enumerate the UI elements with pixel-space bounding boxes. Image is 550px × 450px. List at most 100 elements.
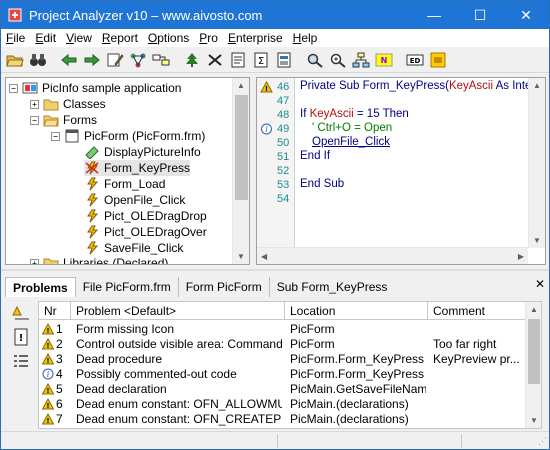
- zoom-icon[interactable]: [328, 50, 348, 70]
- cell-location: PicForm.Form_KeyPress: [290, 352, 425, 366]
- tree-item-picform[interactable]: − PicForm (PicForm.frm): [51, 128, 205, 144]
- scroll-up-icon[interactable]: ▲: [533, 81, 541, 90]
- scroll-left-icon[interactable]: ◀: [261, 252, 267, 261]
- table-row[interactable]: ! 1 Form missing Icon PicForm: [39, 322, 526, 337]
- document-icon[interactable]: [228, 50, 248, 70]
- menu-edit[interactable]: Edit: [30, 31, 61, 45]
- tab-sub[interactable]: Sub Form_KeyPress: [270, 277, 395, 297]
- pane-splitter[interactable]: [1, 269, 549, 271]
- procedure-icon: [84, 145, 100, 159]
- table-row[interactable]: ! 7 Dead enum constant: OFN_CREATEPRO... Pi…: [39, 412, 526, 427]
- collapse-toggle[interactable]: −: [51, 131, 60, 141]
- code-line[interactable]: If KeyAscii = 15 Then: [300, 108, 409, 120]
- open-folder-icon[interactable]: [5, 50, 25, 70]
- scroll-thumb[interactable]: [235, 95, 248, 200]
- menu-help[interactable]: Help: [288, 31, 323, 45]
- tab-file[interactable]: File PicForm.frm: [76, 277, 179, 297]
- remove-dead-icon[interactable]: [205, 50, 225, 70]
- back-arrow-icon[interactable]: [59, 50, 79, 70]
- code-hscrollbar[interactable]: ◀ ▶: [257, 247, 528, 264]
- edit-icon[interactable]: [105, 50, 125, 70]
- tree-item-root[interactable]: − PicInfo sample application: [9, 80, 181, 96]
- tree-item-classes[interactable]: + Classes: [30, 96, 106, 112]
- scroll-down-icon[interactable]: ▼: [530, 416, 538, 425]
- tree-item-forms[interactable]: − Forms: [30, 112, 97, 128]
- event-icon: [84, 193, 100, 207]
- ed-icon[interactable]: ED: [405, 50, 425, 70]
- tree-item-label: Form_Load: [104, 177, 166, 191]
- tree-item-procedure[interactable]: SaveFile_Click: [84, 240, 183, 256]
- tree-item-label: Pict_OLEDragOver: [104, 225, 207, 239]
- code-line[interactable]: End Sub: [300, 178, 344, 190]
- nd-icon[interactable]: N: [374, 50, 394, 70]
- code-link[interactable]: OpenFile_Click: [312, 136, 390, 148]
- menu-options[interactable]: Options: [143, 31, 194, 45]
- list-options-icon[interactable]: [11, 351, 31, 371]
- code-comment[interactable]: ' Ctrl+O = Open: [312, 122, 392, 134]
- expand-toggle[interactable]: +: [30, 258, 39, 264]
- enterprise-icon[interactable]: [428, 50, 448, 70]
- tree-item-libraries[interactable]: + Libraries (Declared): [30, 255, 168, 264]
- menu-file[interactable]: File: [1, 31, 30, 45]
- table-row[interactable]: ! 2 Control outside visible area: CommandB…: [39, 337, 526, 352]
- network-icon[interactable]: [128, 50, 148, 70]
- code-variable: KeyAscii: [448, 80, 494, 92]
- table-scrollbar[interactable]: ▲ ▼: [525, 302, 541, 428]
- tree-item-procedure[interactable]: DisplayPictureInfo: [84, 144, 201, 160]
- menu-view[interactable]: View: [61, 31, 97, 45]
- line-number: 50: [277, 137, 290, 149]
- report-icon[interactable]: [274, 50, 294, 70]
- diagram-icon[interactable]: [351, 50, 371, 70]
- menu-enterprise[interactable]: Enterprise: [223, 31, 288, 45]
- maximize-button[interactable]: ☐: [457, 1, 503, 29]
- code-line[interactable]: Private Sub Form_KeyPress(KeyAscii As In…: [300, 80, 545, 92]
- scroll-right-icon[interactable]: ▶: [518, 252, 524, 261]
- close-button[interactable]: ✕: [503, 1, 549, 29]
- tree-item-procedure[interactable]: Pict_OLEDragDrop: [84, 208, 207, 224]
- table-row[interactable]: i 4 Possibly commented-out code PicForm.For…: [39, 367, 526, 382]
- scroll-down-icon[interactable]: ▼: [237, 252, 245, 261]
- tab-problems[interactable]: Problems: [5, 277, 76, 297]
- menu-pro[interactable]: Pro: [194, 31, 223, 45]
- tree-item-procedure[interactable]: Form_Load: [84, 176, 165, 192]
- code-line[interactable]: End If: [300, 150, 330, 162]
- resize-grip-icon[interactable]: ⋰: [538, 436, 547, 447]
- menu-bar: File Edit View Report Options Pro Enterp…: [1, 29, 549, 47]
- title-bar[interactable]: Project Analyzer v10 – www.aivosto.com —…: [1, 1, 549, 29]
- scroll-up-icon[interactable]: ▲: [530, 305, 538, 314]
- window-title: Project Analyzer v10 – www.aivosto.com: [29, 7, 263, 23]
- column-header[interactable]: Problem <Default>: [71, 302, 285, 320]
- table-row[interactable]: ! 3 Dead procedure PicForm.Form_KeyPress Key…: [39, 352, 526, 367]
- tree-item-label: OpenFile_Click: [104, 193, 186, 207]
- tree-item-procedure-selected[interactable]: Form_KeyPress: [84, 160, 191, 176]
- collapse-toggle[interactable]: −: [9, 83, 18, 93]
- column-header[interactable]: Nr: [39, 302, 71, 320]
- expand-toggle[interactable]: +: [30, 99, 39, 109]
- summary-icon[interactable]: Σ: [251, 50, 271, 70]
- scroll-up-icon[interactable]: ▲: [237, 81, 245, 90]
- menu-enterprise-label: nterprise: [235, 31, 283, 45]
- find-icon[interactable]: [305, 50, 325, 70]
- filter-warning-icon[interactable]: [11, 303, 31, 323]
- tree-scrollbar[interactable]: ▲ ▼: [232, 78, 249, 264]
- close-tab-icon[interactable]: ✕: [535, 277, 545, 291]
- cross-reference-icon[interactable]: [151, 50, 171, 70]
- menu-report[interactable]: Report: [97, 31, 143, 45]
- collapse-toggle[interactable]: −: [30, 115, 39, 125]
- problems-table: Nr Problem <Default> Location Comment ! 1…: [38, 301, 542, 429]
- column-header[interactable]: Comment: [428, 302, 526, 320]
- table-row[interactable]: ! 6 Dead enum constant: OFN_ALLOWMUL... Pic…: [39, 397, 526, 412]
- forward-arrow-icon[interactable]: [82, 50, 102, 70]
- table-row[interactable]: ! 5 Dead declaration PicMain.GetSaveFileNam…: [39, 382, 526, 397]
- minimize-button[interactable]: —: [411, 1, 457, 29]
- tree-icon[interactable]: [182, 50, 202, 70]
- code-vscrollbar[interactable]: ▲ ▼: [528, 78, 545, 248]
- tree-item-procedure[interactable]: Pict_OLEDragOver: [84, 224, 207, 240]
- tab-form[interactable]: Form PicForm: [179, 277, 270, 297]
- tree-item-procedure[interactable]: OpenFile_Click: [84, 192, 185, 208]
- column-header[interactable]: Location: [285, 302, 428, 320]
- scroll-down-icon[interactable]: ▼: [533, 236, 541, 245]
- binoculars-icon[interactable]: [28, 50, 48, 70]
- scroll-thumb[interactable]: [528, 319, 540, 384]
- report-icon[interactable]: !: [11, 327, 31, 347]
